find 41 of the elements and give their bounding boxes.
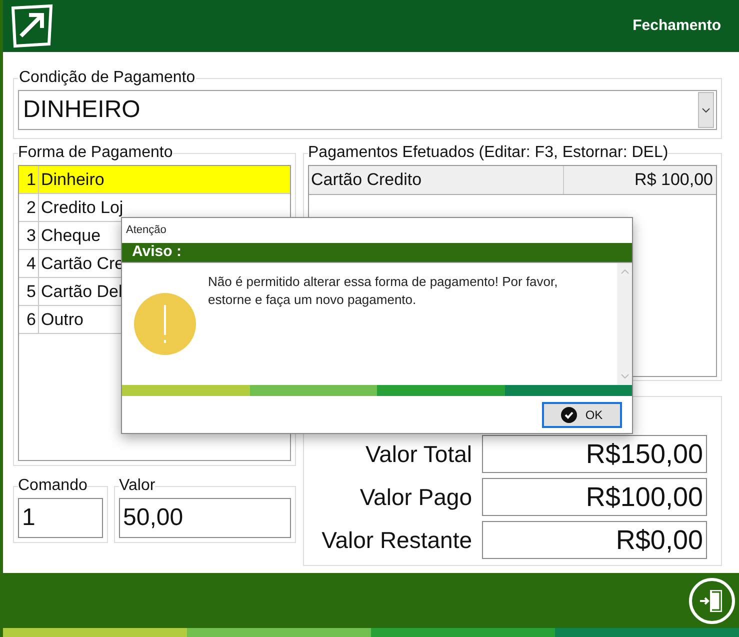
scroll-up-icon bbox=[620, 269, 628, 274]
group-label: Pagamentos Efetuados (Editar: F3, Estornar: DEL) bbox=[308, 143, 668, 163]
payment-method-name: Dinheiro bbox=[40, 169, 104, 191]
scroll-down-icon bbox=[620, 374, 628, 379]
dialog-title: Atenção bbox=[125, 223, 168, 238]
dialog-message: Não é permitido alterar essa forma de pagamento! Por favor, estorne e faça um novo pagamento. bbox=[208, 273, 559, 309]
row-number: 4 bbox=[19, 250, 39, 277]
ok-button[interactable]: OK bbox=[542, 402, 622, 428]
table-cell-text: R$ 100,00 bbox=[634, 169, 714, 191]
total-value-field: R$150,00 bbox=[482, 435, 707, 473]
row-number: 6 bbox=[19, 306, 39, 333]
row-number: 2 bbox=[19, 194, 39, 221]
exit-button[interactable] bbox=[689, 578, 735, 624]
chevron-down-icon bbox=[702, 108, 710, 112]
group-label: Condição de Pagamento bbox=[18, 68, 196, 88]
total-label: Valor Total bbox=[365, 440, 472, 469]
row-number: 5 bbox=[19, 278, 39, 305]
total-label: Valor Restante bbox=[322, 526, 472, 555]
command-field[interactable]: 1 bbox=[18, 498, 103, 538]
payment-method-name: Outro bbox=[40, 309, 84, 331]
total-value-field: R$0,00 bbox=[482, 521, 707, 559]
amount-field[interactable]: 50,00 bbox=[119, 498, 291, 538]
dialog-heading: Aviso : bbox=[132, 242, 182, 262]
group-label: Valor bbox=[119, 476, 156, 496]
row-number: 1 bbox=[19, 166, 39, 193]
check-icon bbox=[561, 406, 578, 422]
group-label: Forma de Pagamento bbox=[18, 143, 173, 163]
screen-title: Fechamento bbox=[632, 16, 721, 36]
table-cell: Cartão Credito bbox=[309, 166, 564, 194]
warning-icon bbox=[134, 293, 196, 355]
dropdown-value: DINHEIRO bbox=[23, 95, 140, 125]
group-label: Comando bbox=[18, 476, 88, 496]
payment-method-name: Cheque bbox=[40, 225, 101, 247]
payment-method-name: Cartão Del bbox=[40, 281, 122, 303]
row-number: 3 bbox=[19, 222, 39, 249]
total-label: Valor Pago bbox=[360, 482, 472, 512]
logo-icon bbox=[9, 4, 55, 48]
payment-method-row[interactable]: 1 Dinheiro bbox=[19, 166, 290, 194]
payment-condition-dropdown[interactable]: DINHEIRO bbox=[18, 90, 717, 130]
total-value-field: R$100,00 bbox=[482, 478, 707, 516]
payment-method-name: Credito Loj bbox=[40, 197, 124, 219]
